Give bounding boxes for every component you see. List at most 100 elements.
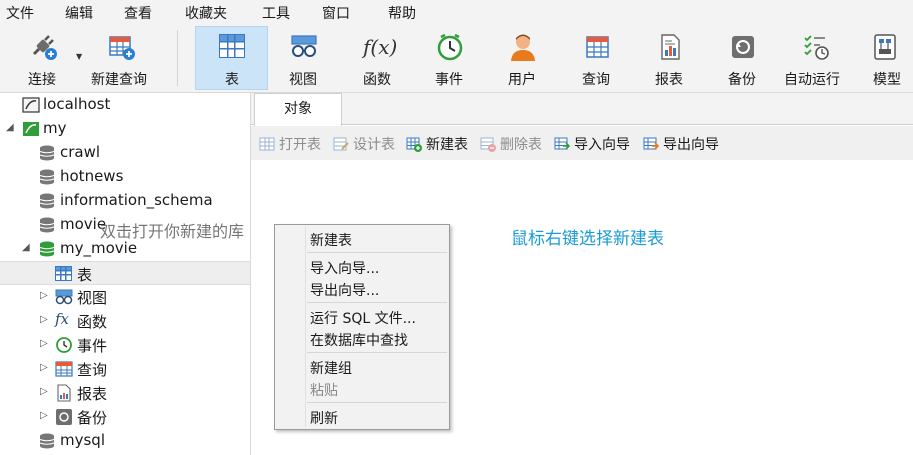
database-icon xyxy=(39,193,55,209)
tree-item-hotnews[interactable]: hotnews xyxy=(0,165,250,189)
new-table-button[interactable]: 新建表 xyxy=(406,135,468,153)
ctx-separator xyxy=(307,402,447,403)
backup-tool-label: 备份 xyxy=(728,72,756,88)
automation-tool-label: 自动运行 xyxy=(784,72,840,88)
tree-item-queries[interactable]: ▷ 查询 xyxy=(0,357,250,381)
function-tool-button[interactable]: f(x) 函数 xyxy=(346,26,410,90)
menu-file[interactable]: 文件 xyxy=(6,3,34,23)
collapsed-arrow-icon[interactable]: ▷ xyxy=(40,362,48,373)
tree-item-label: 函数 xyxy=(77,313,108,331)
delete-table-button[interactable]: 删除表 xyxy=(480,135,542,153)
tree-item-localhost[interactable]: localhost xyxy=(0,93,250,117)
collapsed-arrow-icon[interactable]: ▷ xyxy=(40,386,48,397)
tree-item-events[interactable]: ▷ 事件 xyxy=(0,333,250,357)
tree-item-label: localhost xyxy=(43,95,111,113)
ctx-import-wizard[interactable]: 导入向导... xyxy=(310,258,379,278)
new-query-icon xyxy=(109,36,135,60)
plug-icon xyxy=(32,35,57,60)
model-icon xyxy=(873,34,896,60)
annotation-double-click: 双击打开你新建的库 xyxy=(100,222,245,241)
report-tool-label: 报表 xyxy=(655,72,683,88)
query-icon xyxy=(586,36,609,58)
tree-item-my[interactable]: ◢ my xyxy=(0,117,250,141)
connect-dropdown-icon[interactable]: ▼ xyxy=(76,52,82,61)
ctx-paste[interactable]: 粘贴 xyxy=(310,380,338,400)
ctx-refresh[interactable]: 刷新 xyxy=(310,408,338,428)
event-tool-label: 事件 xyxy=(435,72,463,88)
menu-edit[interactable]: 编辑 xyxy=(65,3,93,23)
event-tool-button[interactable]: 事件 xyxy=(418,26,482,90)
tree-item-tables[interactable]: 表 xyxy=(0,261,250,285)
toolbar-separator xyxy=(177,30,178,86)
tree-item-label: 报表 xyxy=(77,385,108,403)
new-query-button[interactable]: 新建查询 xyxy=(88,26,154,90)
collapsed-arrow-icon[interactable]: ▷ xyxy=(40,410,48,421)
ctx-run-sql-file[interactable]: 运行 SQL 文件... xyxy=(310,308,416,328)
menu-bar: 文件 编辑 查看 收藏夹 工具 窗口 帮助 xyxy=(0,0,913,24)
report-icon xyxy=(661,34,680,60)
table-icon xyxy=(218,34,245,58)
ctx-find-in-database[interactable]: 在数据库中查找 xyxy=(310,330,408,350)
tree-item-label: 视图 xyxy=(77,289,108,307)
menu-window[interactable]: 窗口 xyxy=(322,3,350,23)
context-menu: 新建表 导入向导... 导出向导... 运行 SQL 文件... 在数据库中查找… xyxy=(274,224,450,430)
backup-tool-button[interactable]: 备份 xyxy=(711,26,775,90)
tree-item-backups[interactable]: ▷ 备份 xyxy=(0,405,250,429)
ctx-separator xyxy=(307,252,447,253)
connection-tree: localhost ◢ my crawl hotnews information… xyxy=(0,93,251,455)
query-tool-label: 查询 xyxy=(582,72,610,88)
menu-view[interactable]: 查看 xyxy=(124,3,152,23)
database-icon xyxy=(39,169,55,185)
import-wizard-label: 导入向导 xyxy=(574,137,630,153)
expanded-arrow-icon[interactable]: ◢ xyxy=(22,242,30,253)
import-icon xyxy=(554,137,570,150)
query-tool-button[interactable]: 查询 xyxy=(565,26,629,90)
design-table-icon xyxy=(333,137,349,151)
collapsed-arrow-icon[interactable]: ▷ xyxy=(40,338,48,349)
table-icon xyxy=(55,266,72,281)
design-table-button[interactable]: 设计表 xyxy=(333,135,395,153)
open-table-label: 打开表 xyxy=(279,137,321,153)
tree-item-functions[interactable]: ▷ fx 函数 xyxy=(0,309,250,333)
annotation-right-click: 鼠标右键选择新建表 xyxy=(511,229,664,249)
import-wizard-button[interactable]: 导入向导 xyxy=(554,135,630,153)
clock-icon xyxy=(56,337,72,353)
export-wizard-label: 导出向导 xyxy=(663,137,719,153)
tree-item-label: 备份 xyxy=(77,409,108,427)
export-wizard-button[interactable]: 导出向导 xyxy=(643,135,719,153)
open-table-button[interactable]: 打开表 xyxy=(259,135,321,153)
ctx-export-wizard[interactable]: 导出向导... xyxy=(310,280,379,300)
report-tool-button[interactable]: 报表 xyxy=(638,26,702,90)
database-open-icon xyxy=(39,241,55,257)
tree-item-label: 查询 xyxy=(77,361,108,379)
ctx-new-table[interactable]: 新建表 xyxy=(310,230,352,250)
collapsed-arrow-icon[interactable]: ▷ xyxy=(40,314,48,325)
new-table-label: 新建表 xyxy=(426,137,468,153)
object-toolbar: 打开表 设计表 新建表 删除表 导入向导 导出向导 xyxy=(251,126,913,160)
menu-tools[interactable]: 工具 xyxy=(262,3,290,23)
view-tool-button[interactable]: 视图 xyxy=(272,26,336,90)
tree-item-crawl[interactable]: crawl xyxy=(0,141,250,165)
table-tool-button[interactable]: 表 xyxy=(195,26,268,90)
ctx-new-group[interactable]: 新建组 xyxy=(310,358,352,378)
tree-item-information-schema[interactable]: information_schema xyxy=(0,189,250,213)
tree-item-reports[interactable]: ▷ 报表 xyxy=(0,381,250,405)
backup-icon xyxy=(732,36,754,58)
connect-button[interactable]: 连接 xyxy=(14,26,74,90)
tab-bar: 对象 xyxy=(251,93,913,126)
expanded-arrow-icon[interactable]: ◢ xyxy=(6,122,14,133)
menu-favorites[interactable]: 收藏夹 xyxy=(185,3,227,23)
tab-objects[interactable]: 对象 xyxy=(254,93,342,126)
collapsed-arrow-icon[interactable]: ▷ xyxy=(40,290,48,301)
menu-help[interactable]: 帮助 xyxy=(388,3,416,23)
function-icon: f(x) xyxy=(363,35,398,59)
new-table-icon xyxy=(406,137,422,152)
tree-item-views[interactable]: ▷ 视图 xyxy=(0,285,250,309)
user-tool-button[interactable]: 用户 xyxy=(491,26,555,90)
context-menu-gutter xyxy=(305,227,306,427)
model-tool-label: 模型 xyxy=(873,72,901,88)
tree-item-label: 事件 xyxy=(77,337,108,355)
tree-item-mysql[interactable]: mysql xyxy=(0,429,250,453)
model-tool-button[interactable]: 模型 xyxy=(856,26,913,90)
automation-tool-button[interactable]: 自动运行 xyxy=(784,26,848,90)
